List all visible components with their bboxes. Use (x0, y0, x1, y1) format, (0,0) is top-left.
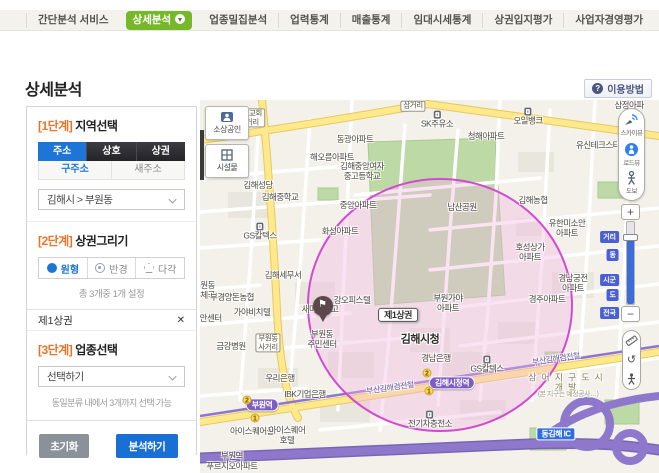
tool-circle[interactable]: 원형 (39, 258, 87, 278)
trade-area-circle (308, 179, 572, 431)
step2-badge: [2단계] (38, 234, 72, 248)
measure-icon[interactable] (624, 333, 639, 348)
category-select[interactable]: 선택하기 (38, 366, 185, 387)
trade-area-name: 제1상권 (38, 313, 73, 328)
region-tabs: 주소상호상권 (38, 142, 185, 161)
help-button[interactable]: ? 이용방법 (584, 79, 652, 98)
map-canvas[interactable]: 제일교회 사거리동광아파트해오름아파트김해성당김해중학교GS칼텍스김해세무서화성… (200, 100, 659, 473)
step2-title: 상권그리기 (75, 234, 128, 248)
nav-item[interactable]: 업력통계 (278, 13, 340, 28)
region-tab[interactable]: 상호 (86, 142, 135, 161)
tool-radius[interactable]: 반경 (87, 258, 136, 278)
tool-polygon[interactable]: 다각 (135, 258, 184, 278)
nav-active-icon (175, 14, 185, 24)
person-icon (625, 171, 638, 185)
zoom-slider-fill (627, 240, 634, 304)
panel-edge-handle (200, 130, 204, 180)
skyview-icon (623, 113, 639, 127)
polygon-icon (144, 263, 154, 273)
remove-area-button[interactable]: ✕ (177, 315, 185, 326)
zoom-out-button[interactable]: − (621, 306, 640, 322)
step1-badge: [1단계] (38, 119, 72, 133)
zoom-control: + − (621, 204, 640, 322)
walk-button[interactable]: 도보 (625, 171, 638, 200)
facility-layer-button[interactable]: 시설물 (205, 144, 249, 178)
zoom-slider-handle[interactable] (623, 234, 638, 241)
nav-item[interactable]: 매출통계 (340, 13, 402, 28)
address-subtab[interactable]: 새주소 (111, 161, 184, 179)
flag-icon: ⚑ (318, 299, 327, 311)
skyview-button[interactable]: 스카이뷰 (621, 113, 643, 142)
region-select[interactable]: 김해시 > 부원동 (38, 189, 185, 210)
nav-item[interactable]: 상세분석 (126, 11, 193, 30)
zoom-slider[interactable] (626, 221, 635, 305)
draw-tools: 원형 반경 다각 (38, 257, 185, 279)
category-note: 동일분류 내에서 3개까지 선택 가능 (38, 396, 185, 409)
chevron-down-icon (169, 196, 177, 204)
nav-item[interactable]: 임대시세통계 (401, 13, 482, 28)
step2-section: [2단계]상권그리기 원형 반경 다각 총 3개중 1개 설정 제1상권 ✕ (27, 221, 196, 330)
nav-item[interactable]: 사업자경영평가 (563, 13, 654, 28)
map-tool-pill: ↺ (622, 330, 641, 390)
analyze-button[interactable]: 분석하기 (116, 434, 178, 458)
trade-area-row: 제1상권 ✕ (27, 309, 196, 330)
area-count-note: 총 3개중 1개 설정 (38, 286, 185, 300)
main-nav: 간단분석 서비스 상세분석 업종밀집분석 업력통계 매출통계 임대시세통계 상권… (0, 10, 659, 31)
map-marker-pin: ⚑ (313, 296, 333, 316)
accessibility-icon[interactable] (624, 372, 639, 387)
circle-icon (47, 263, 57, 273)
help-label: 이용방법 (607, 81, 644, 96)
step3-section: [3단계]업종선택 선택하기 동일분류 내에서 3개까지 선택 가능 (27, 330, 196, 420)
step1-title: 지역선택 (75, 119, 117, 133)
nav-item[interactable]: 상권입지평가 (482, 13, 563, 28)
step3-title: 업종선택 (75, 343, 117, 357)
merchant-icon (220, 111, 234, 123)
roadview-icon (624, 142, 639, 157)
region-tab[interactable]: 주소 (38, 142, 86, 161)
address-subtab[interactable]: 구주소 (39, 161, 111, 179)
reset-button[interactable]: 초기화 (39, 434, 89, 458)
nav-item[interactable]: 간단분석 서비스 (26, 13, 120, 28)
analysis-panel: [1단계]지역선택 주소상호상권 구주소새주소 김해시 > 부원동 [2단계]상… (26, 106, 197, 455)
step1-section: [1단계]지역선택 주소상호상권 구주소새주소 김해시 > 부원동 (27, 107, 196, 221)
radius-icon (95, 263, 105, 273)
region-tab[interactable]: 상권 (136, 142, 185, 161)
map-view-controls: 스카이뷰 로드뷰 도보 (618, 108, 645, 201)
question-icon: ? (592, 83, 603, 94)
nav-item[interactable]: 업종밀집분석 (198, 13, 278, 28)
undo-icon[interactable]: ↺ (624, 352, 639, 367)
roadview-button[interactable]: 로드뷰 (623, 142, 639, 171)
panel-footer: 초기화 분석하기 (27, 420, 196, 458)
step3-badge: [3단계] (38, 343, 72, 357)
page-title: 상세분석 (25, 76, 82, 100)
merchant-layer-button[interactable]: 소상공인 (205, 106, 249, 140)
facility-icon (220, 149, 234, 161)
chevron-down-icon (169, 373, 177, 381)
map-basemap (200, 100, 659, 473)
address-subtabs: 구주소새주소 (38, 161, 185, 180)
zoom-in-button[interactable]: + (621, 204, 640, 220)
